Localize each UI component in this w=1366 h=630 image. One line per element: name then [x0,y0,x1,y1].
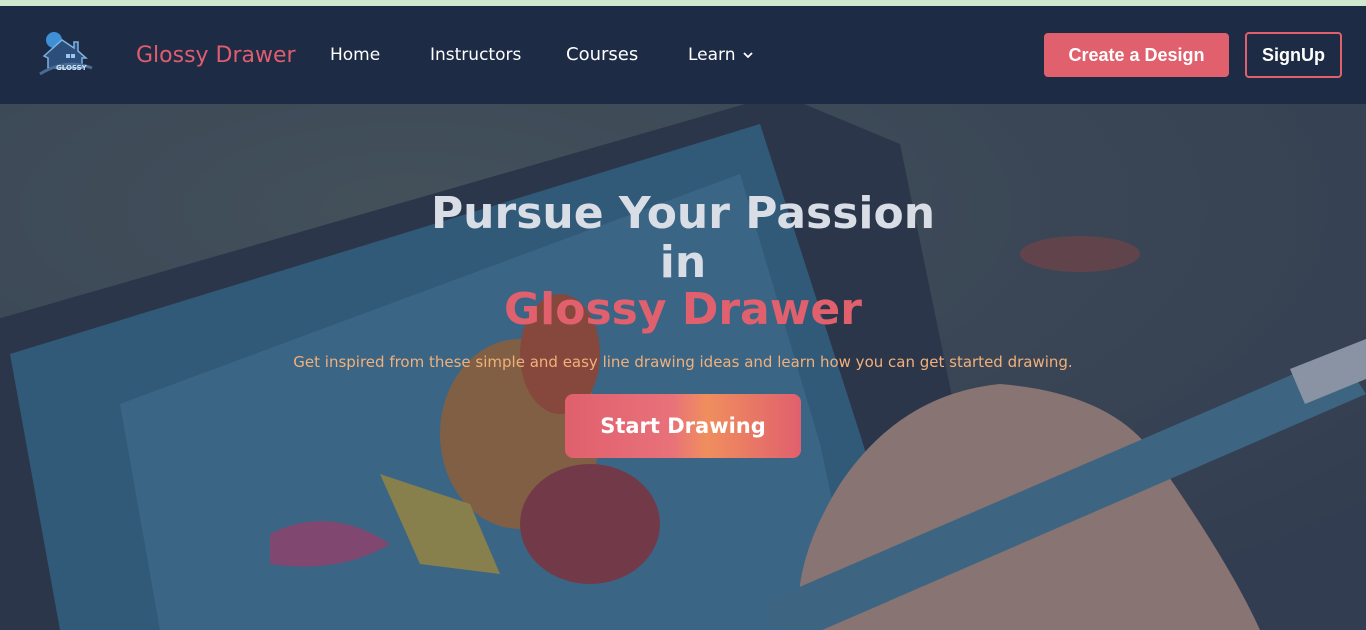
navbar: GLOSSY Glossy Drawer Home Instructors Co… [0,6,1366,104]
logo[interactable]: GLOSSY [36,28,96,80]
brand-name[interactable]: Glossy Drawer [136,43,296,68]
svg-text:GLOSSY: GLOSSY [56,64,88,72]
nav-learn-label: Learn [688,45,736,65]
create-design-button[interactable]: Create a Design [1044,33,1229,77]
nav-learn-dropdown[interactable]: Learn [688,45,754,65]
nav-courses-link[interactable]: Courses [566,44,638,65]
start-drawing-button[interactable]: Start Drawing [565,394,801,458]
hero-title-line-1: Pursue Your Passion [430,188,936,239]
hero-subtext: Get inspired from these simple and easy … [293,353,1073,371]
signup-button[interactable]: SignUp [1245,32,1342,78]
nav-instructors-link[interactable]: Instructors [430,45,521,65]
hero-title-line-2: in [659,237,707,288]
house-logo-icon: GLOSSY [39,32,93,76]
chevron-down-icon [742,52,753,59]
hero-title-line-3: Glossy Drawer [504,284,862,335]
nav-home-link[interactable]: Home [330,45,380,65]
hero-section: Pursue Your Passion in Glossy Drawer Get… [0,104,1366,630]
